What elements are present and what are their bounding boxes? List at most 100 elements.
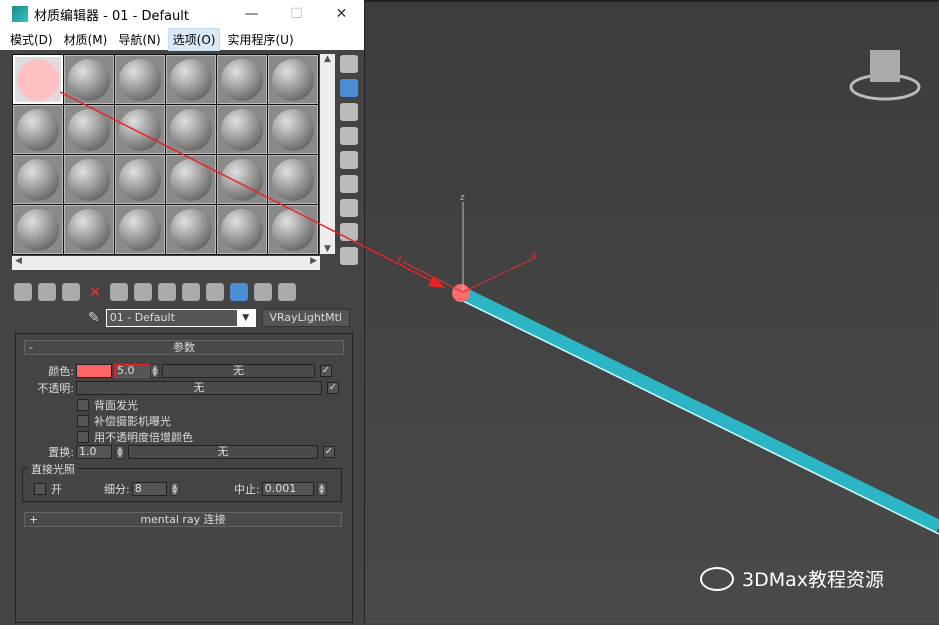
chevron-down-icon[interactable]: ▼ xyxy=(236,310,255,326)
material-slot[interactable] xyxy=(64,105,114,154)
menu-material[interactable]: 材质(M) xyxy=(60,29,112,50)
maximize-button[interactable]: ☐ xyxy=(274,6,319,22)
displace-spinner[interactable]: ▲ ▼ xyxy=(115,445,125,459)
sphere-preview xyxy=(17,58,59,101)
material-slot[interactable] xyxy=(217,205,267,254)
material-slot[interactable] xyxy=(64,55,114,104)
menu-options[interactable]: 选项(O) xyxy=(167,27,221,51)
direct-on-checkbox[interactable] xyxy=(34,483,46,495)
material-slot[interactable] xyxy=(217,155,267,204)
displace-map-checkbox[interactable]: ✓ xyxy=(323,446,335,458)
material-slot[interactable] xyxy=(13,55,63,104)
material-slot[interactable] xyxy=(268,155,318,204)
material-slot[interactable] xyxy=(13,205,63,254)
menu-mode[interactable]: 模式(D) xyxy=(6,29,57,50)
material-slot[interactable] xyxy=(166,155,216,204)
sphere-preview xyxy=(221,108,263,151)
displace-map-button[interactable]: 无 xyxy=(128,445,318,459)
material-map-navigator-icon[interactable] xyxy=(340,247,358,265)
material-slot[interactable] xyxy=(115,105,165,154)
material-slot[interactable] xyxy=(217,105,267,154)
sphere-preview xyxy=(17,208,59,251)
title-bar: 材质编辑器 - 01 - Default — ☐ ✕ xyxy=(0,0,364,28)
color-map-checkbox[interactable]: ✓ xyxy=(320,365,332,377)
show-end-result-icon[interactable] xyxy=(206,283,224,301)
menu-bar: 模式(D) 材质(M) 导航(N) 选项(O) 实用程序(U) xyxy=(0,27,364,51)
put-to-library-icon[interactable] xyxy=(134,283,152,301)
go-to-sibling-icon[interactable] xyxy=(278,283,296,301)
subdivs-spinner[interactable]: ▲ ▼ xyxy=(169,482,180,496)
sphere-preview xyxy=(221,208,263,251)
subdivs-input[interactable]: 8 xyxy=(131,482,167,496)
horizontal-scrollbar[interactable]: ◀ ▶ xyxy=(12,256,320,270)
material-slot[interactable] xyxy=(217,55,267,104)
color-multiplier-spinner[interactable]: ▲ ▼ xyxy=(150,364,160,378)
sphere-preview xyxy=(272,158,314,201)
color-swatch[interactable] xyxy=(76,364,112,378)
sample-type-icon[interactable] xyxy=(340,55,358,73)
viewcube-icon[interactable] xyxy=(849,50,921,101)
tube-object xyxy=(459,287,939,534)
mentalray-rollout-header[interactable]: + mental ray 连接 xyxy=(24,512,342,527)
compensate-exposure-checkbox[interactable] xyxy=(77,415,89,427)
material-slot[interactable] xyxy=(166,55,216,104)
go-to-parent-icon[interactable] xyxy=(230,283,248,301)
material-name-field[interactable]: 01 - Default ▼ xyxy=(105,309,256,327)
reset-map-icon[interactable]: ✕ xyxy=(86,283,104,301)
multiply-by-opacity-checkbox[interactable] xyxy=(77,431,89,443)
sphere-preview xyxy=(119,158,161,201)
cutoff-input[interactable]: 0.001 xyxy=(261,482,314,496)
cutoff-spinner[interactable]: ▲ ▼ xyxy=(316,482,327,496)
put-to-scene-icon[interactable] xyxy=(38,283,56,301)
make-preview-icon[interactable] xyxy=(340,175,358,193)
color-multiplier-input[interactable]: 5.0 xyxy=(114,364,150,378)
get-material-icon[interactable] xyxy=(14,283,32,301)
material-slot[interactable] xyxy=(13,155,63,204)
sphere-preview xyxy=(68,208,110,251)
background-checker-icon[interactable] xyxy=(340,103,358,121)
3dsmax-logo-icon xyxy=(12,6,28,22)
assign-to-selection-icon[interactable] xyxy=(62,283,80,301)
material-slot[interactable] xyxy=(64,205,114,254)
viewport-3d[interactable]: z x y xyxy=(365,0,939,623)
close-button[interactable]: ✕ xyxy=(319,6,364,22)
params-rollout-header[interactable]: - 参数 xyxy=(24,340,344,355)
sphere-preview xyxy=(272,108,314,151)
displace-input[interactable]: 1.0 xyxy=(76,445,112,459)
sphere-preview xyxy=(170,108,212,151)
material-slot[interactable] xyxy=(64,155,114,204)
eyedropper-icon[interactable]: ✎ xyxy=(88,310,100,326)
sample-uv-tiling-icon[interactable] xyxy=(340,127,358,145)
material-slot[interactable] xyxy=(268,205,318,254)
backside-checkbox[interactable] xyxy=(77,399,89,411)
color-map-button[interactable]: 无 xyxy=(162,364,315,378)
make-unique-icon[interactable] xyxy=(110,283,128,301)
material-name-row: ✎ 01 - Default ▼ VRayLightMtl xyxy=(88,309,350,327)
material-slot[interactable] xyxy=(166,205,216,254)
menu-utilities[interactable]: 实用程序(U) xyxy=(223,29,297,50)
vertical-scrollbar[interactable]: ▲ ▼ xyxy=(320,54,335,254)
opacity-map-button[interactable]: 无 xyxy=(76,381,322,395)
minimize-button[interactable]: — xyxy=(229,6,274,22)
wechat-icon xyxy=(700,566,734,591)
select-by-material-icon[interactable] xyxy=(340,223,358,241)
material-type-button[interactable]: VRayLightMtl xyxy=(261,309,350,327)
material-slot[interactable] xyxy=(166,105,216,154)
opacity-map-checkbox[interactable]: ✓ xyxy=(327,382,339,394)
material-id-channel-icon[interactable] xyxy=(158,283,176,301)
material-slot[interactable] xyxy=(115,55,165,104)
material-slot[interactable] xyxy=(268,105,318,154)
material-slot[interactable] xyxy=(268,55,318,104)
material-slot[interactable] xyxy=(13,105,63,154)
light-object xyxy=(452,284,470,302)
video-color-check-icon[interactable] xyxy=(340,151,358,169)
sphere-preview xyxy=(68,158,110,201)
material-slot[interactable] xyxy=(115,205,165,254)
menu-navigation[interactable]: 导航(N) xyxy=(114,29,164,50)
options-icon[interactable] xyxy=(340,199,358,217)
material-slot[interactable] xyxy=(115,155,165,204)
show-shaded-in-viewport-icon[interactable] xyxy=(182,283,200,301)
backlight-icon[interactable] xyxy=(340,79,358,97)
material-editor-window: 材质编辑器 - 01 - Default — ☐ ✕ 模式(D) 材质(M) 导… xyxy=(0,0,365,623)
go-forward-sibling-icon[interactable] xyxy=(254,283,272,301)
